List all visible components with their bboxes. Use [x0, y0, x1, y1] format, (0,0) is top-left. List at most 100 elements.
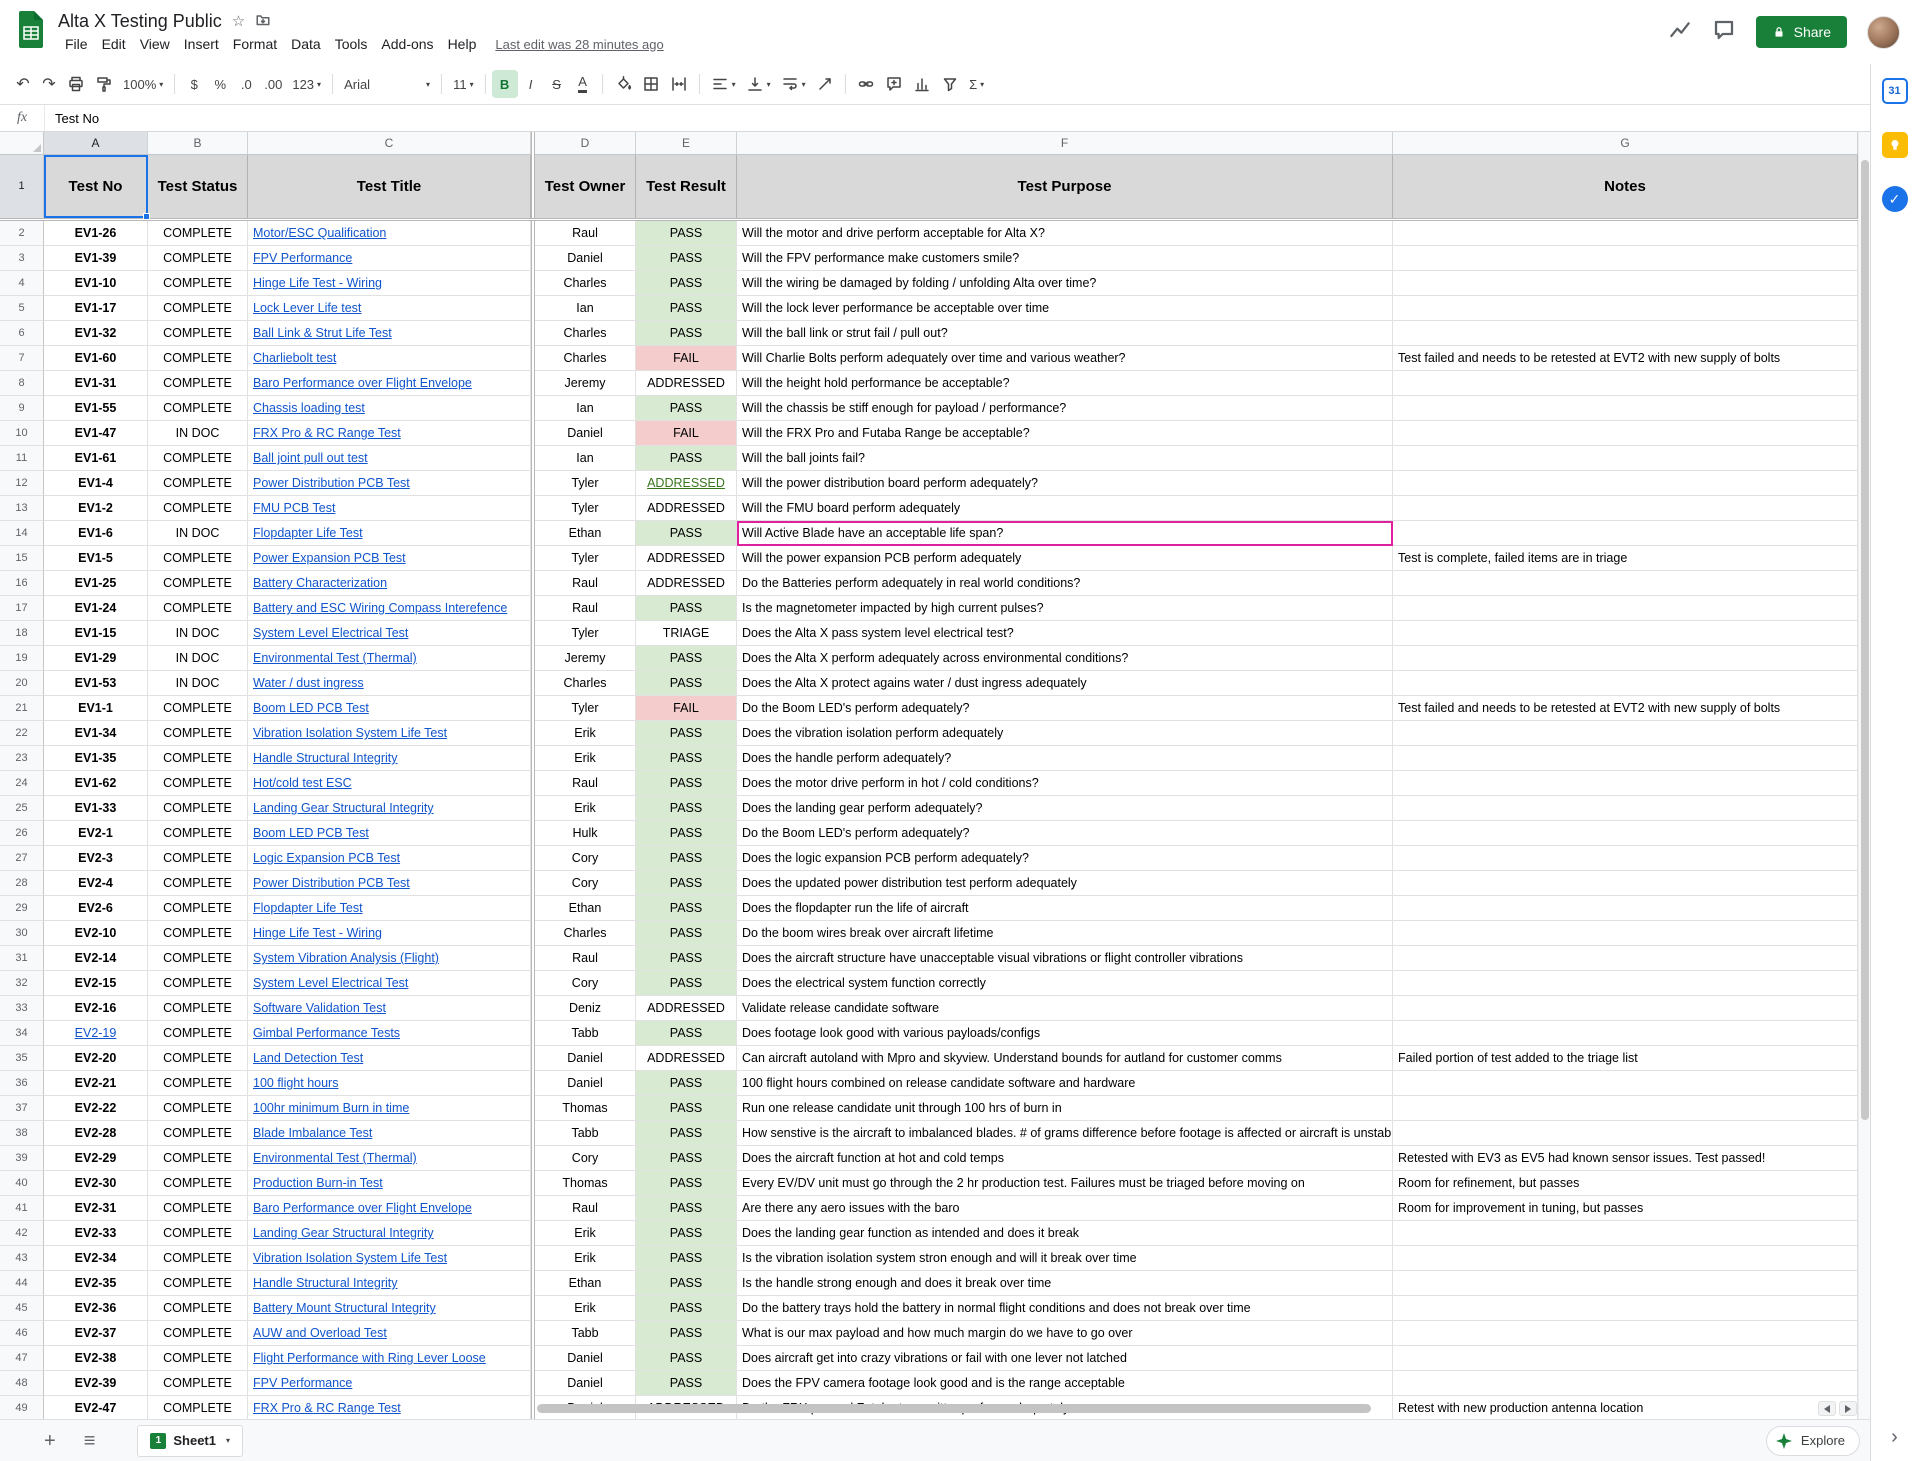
cell-B43[interactable]: COMPLETE [148, 1246, 248, 1271]
cell-F33[interactable]: Validate release candidate software [737, 996, 1393, 1021]
cell-D38[interactable]: Tabb [535, 1121, 636, 1146]
cell-D8[interactable]: Jeremy [535, 371, 636, 396]
cell-F9[interactable]: Will the chassis be stiff enough for pay… [737, 396, 1393, 421]
cell-E30[interactable]: PASS [636, 921, 737, 946]
row-header-43[interactable]: 43 [0, 1246, 44, 1271]
cell-F12[interactable]: Will the power distribution board perfor… [737, 471, 1393, 496]
row-header-34[interactable]: 34 [0, 1021, 44, 1046]
cell-E29[interactable]: PASS [636, 896, 737, 921]
cell-A35[interactable]: EV2-20 [44, 1046, 148, 1071]
cell-A27[interactable]: EV2-3 [44, 846, 148, 871]
cell-A22[interactable]: EV1-34 [44, 721, 148, 746]
cell-D32[interactable]: Cory [535, 971, 636, 996]
cell-A7[interactable]: EV1-60 [44, 346, 148, 371]
cell-D12[interactable]: Tyler [535, 471, 636, 496]
row-header-7[interactable]: 7 [0, 346, 44, 371]
cell-C14[interactable]: Flopdapter Life Test [248, 521, 531, 546]
cell-B25[interactable]: COMPLETE [148, 796, 248, 821]
menu-insert[interactable]: Insert [177, 35, 226, 53]
row-header-35[interactable]: 35 [0, 1046, 44, 1071]
cell-B2[interactable]: COMPLETE [148, 221, 248, 246]
cell-G26[interactable] [1393, 821, 1858, 846]
cell-F31[interactable]: Does the aircraft structure have unaccep… [737, 946, 1393, 971]
cell-F47[interactable]: Does aircraft get into crazy vibrations … [737, 1346, 1393, 1371]
cell-D15[interactable]: Tyler [535, 546, 636, 571]
cell-A43[interactable]: EV2-34 [44, 1246, 148, 1271]
cell-B44[interactable]: COMPLETE [148, 1271, 248, 1296]
header-cell-G1[interactable]: Notes [1393, 155, 1858, 218]
row-header-8[interactable]: 8 [0, 371, 44, 396]
cell-A12[interactable]: EV1-4 [44, 471, 148, 496]
cell-G29[interactable] [1393, 896, 1858, 921]
cell-F23[interactable]: Does the handle perform adequately? [737, 746, 1393, 771]
cell-C44[interactable]: Handle Structural Integrity [248, 1271, 531, 1296]
row-header-31[interactable]: 31 [0, 946, 44, 971]
cell-B35[interactable]: COMPLETE [148, 1046, 248, 1071]
cell-G6[interactable] [1393, 321, 1858, 346]
font-family-select[interactable]: Arial▾ [339, 70, 435, 98]
cell-D30[interactable]: Charles [535, 921, 636, 946]
cell-A18[interactable]: EV1-15 [44, 621, 148, 646]
cell-B3[interactable]: COMPLETE [148, 246, 248, 271]
cell-F35[interactable]: Can aircraft autoland with Mpro and skyv… [737, 1046, 1393, 1071]
cell-F22[interactable]: Does the vibration isolation perform ade… [737, 721, 1393, 746]
cell-C4[interactable]: Hinge Life Test - Wiring [248, 271, 531, 296]
cell-D10[interactable]: Daniel [535, 421, 636, 446]
cell-B41[interactable]: COMPLETE [148, 1196, 248, 1221]
font-size-select[interactable]: 11▾ [448, 70, 479, 98]
cell-C42[interactable]: Landing Gear Structural Integrity [248, 1221, 531, 1246]
cell-D34[interactable]: Tabb [535, 1021, 636, 1046]
cell-A47[interactable]: EV2-38 [44, 1346, 148, 1371]
cell-C26[interactable]: Boom LED PCB Test [248, 821, 531, 846]
cell-A11[interactable]: EV1-61 [44, 446, 148, 471]
cell-C36[interactable]: 100 flight hours [248, 1071, 531, 1096]
cell-F34[interactable]: Does footage look good with various payl… [737, 1021, 1393, 1046]
cell-D13[interactable]: Tyler [535, 496, 636, 521]
cell-F20[interactable]: Does the Alta X protect agains water / d… [737, 671, 1393, 696]
cell-A34[interactable]: EV2-19 [44, 1021, 148, 1046]
undo-button[interactable]: ↶ [10, 70, 36, 98]
cell-B9[interactable]: COMPLETE [148, 396, 248, 421]
cell-F3[interactable]: Will the FPV performance make customers … [737, 246, 1393, 271]
cell-D14[interactable]: Ethan [535, 521, 636, 546]
cell-C34[interactable]: Gimbal Performance Tests [248, 1021, 531, 1046]
add-sheet-button[interactable]: + [44, 1431, 56, 1451]
menu-view[interactable]: View [133, 35, 177, 53]
cell-E37[interactable]: PASS [636, 1096, 737, 1121]
cell-C27[interactable]: Logic Expansion PCB Test [248, 846, 531, 871]
row-header-44[interactable]: 44 [0, 1271, 44, 1296]
cell-C23[interactable]: Handle Structural Integrity [248, 746, 531, 771]
cell-D41[interactable]: Raul [535, 1196, 636, 1221]
cell-C43[interactable]: Vibration Isolation System Life Test [248, 1246, 531, 1271]
row-header-3[interactable]: 3 [0, 246, 44, 271]
scroll-left-button[interactable] [1818, 1401, 1836, 1416]
cell-C11[interactable]: Ball joint pull out test [248, 446, 531, 471]
cell-B24[interactable]: COMPLETE [148, 771, 248, 796]
cell-E13[interactable]: ADDRESSED [636, 496, 737, 521]
column-header-E[interactable]: E [636, 132, 737, 155]
cell-C40[interactable]: Production Burn-in Test [248, 1171, 531, 1196]
column-header-C[interactable]: C [248, 132, 531, 155]
cell-F25[interactable]: Does the landing gear perform adequately… [737, 796, 1393, 821]
cell-D46[interactable]: Tabb [535, 1321, 636, 1346]
cell-B20[interactable]: IN DOC [148, 671, 248, 696]
cell-G14[interactable] [1393, 521, 1858, 546]
cell-G10[interactable] [1393, 421, 1858, 446]
cell-G36[interactable] [1393, 1071, 1858, 1096]
star-icon[interactable]: ☆ [232, 14, 245, 29]
cell-D21[interactable]: Tyler [535, 696, 636, 721]
cell-C10[interactable]: FRX Pro & RC Range Test [248, 421, 531, 446]
cell-G30[interactable] [1393, 921, 1858, 946]
sheets-logo-icon[interactable] [16, 10, 46, 55]
cell-E21[interactable]: FAIL [636, 696, 737, 721]
cell-E4[interactable]: PASS [636, 271, 737, 296]
cell-D11[interactable]: Ian [535, 446, 636, 471]
row-header-48[interactable]: 48 [0, 1371, 44, 1396]
cell-F18[interactable]: Does the Alta X pass system level electr… [737, 621, 1393, 646]
cell-E26[interactable]: PASS [636, 821, 737, 846]
cell-C33[interactable]: Software Validation Test [248, 996, 531, 1021]
cell-D39[interactable]: Cory [535, 1146, 636, 1171]
insert-comment-button[interactable] [880, 70, 908, 98]
cell-G17[interactable] [1393, 596, 1858, 621]
strikethrough-button[interactable]: S [544, 70, 570, 98]
